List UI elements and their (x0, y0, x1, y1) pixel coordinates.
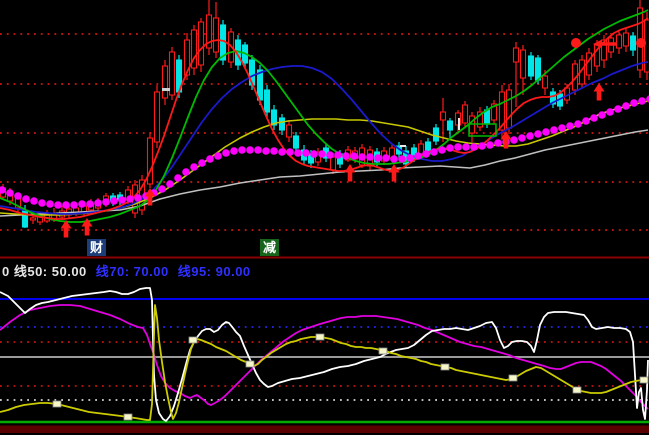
indicator-line70-value: 线70: 70.00 (96, 264, 169, 279)
moving-average-lines (0, 10, 648, 222)
indicator-value-row: 0 线50: 50.00 线70: 70.00 线95: 90.00 (2, 261, 260, 277)
indicator-line50-value: 0 线50: 50.00 (2, 264, 87, 279)
yellow-square-markers (53, 334, 648, 420)
indicator-line95-value: 线95: 90.00 (178, 264, 251, 279)
oscillator-lines (0, 288, 648, 421)
stock-chart-screen: 财 减 0 线50: 50.00 线70: 70.00 线95: 90.00 (0, 0, 649, 435)
magenta-dot-line (0, 95, 649, 209)
signal-badge-jian: 减 (260, 239, 279, 256)
signal-badge-cai: 财 (87, 239, 106, 256)
price-chart-canvas[interactable] (0, 0, 649, 435)
